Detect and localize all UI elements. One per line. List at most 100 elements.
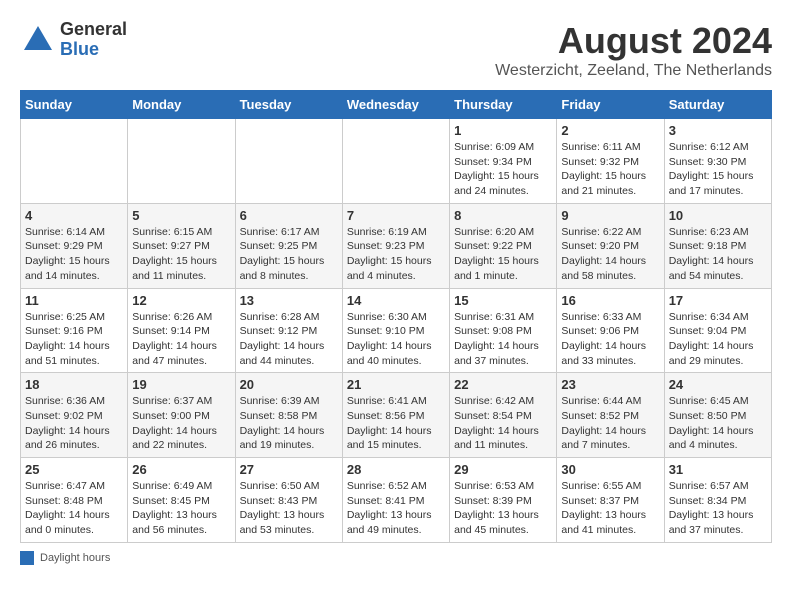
- legend-text: Daylight hours: [40, 552, 110, 564]
- day-info: Sunrise: 6:57 AMSunset: 8:34 PMDaylight:…: [669, 479, 767, 538]
- day-info: Sunrise: 6:12 AMSunset: 9:30 PMDaylight:…: [669, 140, 767, 199]
- header-cell-wednesday: Wednesday: [342, 91, 449, 119]
- day-number: 9: [561, 208, 659, 223]
- day-number: 4: [25, 208, 123, 223]
- day-number: 5: [132, 208, 230, 223]
- day-cell: 11Sunrise: 6:25 AMSunset: 9:16 PMDayligh…: [21, 288, 128, 373]
- day-info: Sunrise: 6:11 AMSunset: 9:32 PMDaylight:…: [561, 140, 659, 199]
- legend: Daylight hours: [20, 551, 772, 565]
- day-cell: 21 Sunrise: 6:41 AMSunset: 8:56 PMDayligh…: [342, 373, 449, 458]
- day-info: Sunrise: 6:41 AMSunset: 8:56 PMDaylight:…: [347, 394, 445, 453]
- day-number: 27: [240, 462, 338, 477]
- day-info: Sunrise: 6:14 AMSunset: 9:29 PMDaylight:…: [25, 225, 123, 284]
- header: General Blue August 2024 Westerzicht, Ze…: [20, 20, 772, 80]
- day-info: Sunrise: 6:33 AMSunset: 9:06 PMDaylight:…: [561, 310, 659, 369]
- day-number: 6: [240, 208, 338, 223]
- day-info: Sunrise: 6:17 AMSunset: 9:25 PMDaylight:…: [240, 225, 338, 284]
- day-info: Sunrise: 6:31 AMSunset: 9:08 PMDaylight:…: [454, 310, 552, 369]
- header-cell-thursday: Thursday: [450, 91, 557, 119]
- day-info: Sunrise: 6:55 AMSunset: 8:37 PMDaylight:…: [561, 479, 659, 538]
- day-info: Sunrise: 6:37 AMSunset: 9:00 PMDaylight:…: [132, 394, 230, 453]
- day-info: Sunrise: 6:09 AMSunset: 9:34 PMDaylight:…: [454, 140, 552, 199]
- calendar-body: 1 Sunrise: 6:09 AMSunset: 9:34 PMDaylight…: [21, 119, 772, 543]
- day-info: Sunrise: 6:42 AMSunset: 8:54 PMDaylight:…: [454, 394, 552, 453]
- day-cell: 30 Sunrise: 6:55 AMSunset: 8:37 PMDayligh…: [557, 458, 664, 543]
- day-cell: 12Sunrise: 6:26 AMSunset: 9:14 PMDayligh…: [128, 288, 235, 373]
- day-info: Sunrise: 6:34 AMSunset: 9:04 PMDaylight:…: [669, 310, 767, 369]
- day-number: 14: [347, 293, 445, 308]
- logo-icon: [20, 22, 56, 58]
- day-number: 19: [132, 377, 230, 392]
- legend-color: [20, 551, 34, 565]
- day-number: 21: [347, 377, 445, 392]
- logo: General Blue: [20, 20, 127, 60]
- day-info: Sunrise: 6:22 AMSunset: 9:20 PMDaylight:…: [561, 225, 659, 284]
- day-number: 12: [132, 293, 230, 308]
- day-info: Sunrise: 6:49 AMSunset: 8:45 PMDaylight:…: [132, 479, 230, 538]
- day-cell: 27Sunrise: 6:50 AMSunset: 8:43 PMDayligh…: [235, 458, 342, 543]
- day-cell: 3Sunrise: 6:12 AMSunset: 9:30 PMDaylight…: [664, 119, 771, 204]
- location-title: Westerzicht, Zeeland, The Netherlands: [495, 62, 772, 80]
- calendar-header: SundayMondayTuesdayWednesdayThursdayFrid…: [21, 91, 772, 119]
- day-cell: 16 Sunrise: 6:33 AMSunset: 9:06 PMDayligh…: [557, 288, 664, 373]
- day-cell: 23 Sunrise: 6:44 AMSunset: 8:52 PMDayligh…: [557, 373, 664, 458]
- day-cell: 26Sunrise: 6:49 AMSunset: 8:45 PMDayligh…: [128, 458, 235, 543]
- day-cell: 19 Sunrise: 6:37 AMSunset: 9:00 PMDayligh…: [128, 373, 235, 458]
- header-cell-sunday: Sunday: [21, 91, 128, 119]
- day-number: 24: [669, 377, 767, 392]
- day-info: Sunrise: 6:53 AMSunset: 8:39 PMDaylight:…: [454, 479, 552, 538]
- logo-blue-text: Blue: [60, 40, 127, 60]
- day-cell: 17 Sunrise: 6:34 AMSunset: 9:04 PMDayligh…: [664, 288, 771, 373]
- day-info: Sunrise: 6:52 AMSunset: 8:41 PMDaylight:…: [347, 479, 445, 538]
- month-title: August 2024: [495, 20, 772, 62]
- day-info: Sunrise: 6:30 AMSunset: 9:10 PMDaylight:…: [347, 310, 445, 369]
- day-cell: 13Sunrise: 6:28 AMSunset: 9:12 PMDayligh…: [235, 288, 342, 373]
- day-cell: 10 Sunrise: 6:23 AMSunset: 9:18 PMDayligh…: [664, 203, 771, 288]
- day-cell: 6 Sunrise: 6:17 AMSunset: 9:25 PMDaylight…: [235, 203, 342, 288]
- day-number: 15: [454, 293, 552, 308]
- week-row-5: 25 Sunrise: 6:47 AMSunset: 8:48 PMDayligh…: [21, 458, 772, 543]
- logo-text: General Blue: [60, 20, 127, 60]
- day-number: 1: [454, 123, 552, 138]
- day-number: 17: [669, 293, 767, 308]
- day-number: 16: [561, 293, 659, 308]
- day-info: Sunrise: 6:44 AMSunset: 8:52 PMDaylight:…: [561, 394, 659, 453]
- header-cell-saturday: Saturday: [664, 91, 771, 119]
- day-number: 7: [347, 208, 445, 223]
- logo-general-text: General: [60, 20, 127, 40]
- day-number: 23: [561, 377, 659, 392]
- day-info: Sunrise: 6:47 AMSunset: 8:48 PMDaylight:…: [25, 479, 123, 538]
- week-row-2: 4 Sunrise: 6:14 AMSunset: 9:29 PMDaylight…: [21, 203, 772, 288]
- day-cell: 31 Sunrise: 6:57 AMSunset: 8:34 PMDayligh…: [664, 458, 771, 543]
- day-cell: 18Sunrise: 6:36 AMSunset: 9:02 PMDayligh…: [21, 373, 128, 458]
- day-info: Sunrise: 6:15 AMSunset: 9:27 PMDaylight:…: [132, 225, 230, 284]
- day-info: Sunrise: 6:28 AMSunset: 9:12 PMDaylight:…: [240, 310, 338, 369]
- week-row-4: 18Sunrise: 6:36 AMSunset: 9:02 PMDayligh…: [21, 373, 772, 458]
- day-number: 10: [669, 208, 767, 223]
- day-info: Sunrise: 6:20 AMSunset: 9:22 PMDaylight:…: [454, 225, 552, 284]
- day-cell: 2 Sunrise: 6:11 AMSunset: 9:32 PMDaylight…: [557, 119, 664, 204]
- day-cell: 20Sunrise: 6:39 AMSunset: 8:58 PMDayligh…: [235, 373, 342, 458]
- calendar-table: SundayMondayTuesdayWednesdayThursdayFrid…: [20, 90, 772, 543]
- day-cell: 24 Sunrise: 6:45 AMSunset: 8:50 PMDayligh…: [664, 373, 771, 458]
- day-number: 2: [561, 123, 659, 138]
- day-cell: 29Sunrise: 6:53 AMSunset: 8:39 PMDayligh…: [450, 458, 557, 543]
- title-area: August 2024 Westerzicht, Zeeland, The Ne…: [495, 20, 772, 80]
- week-row-3: 11Sunrise: 6:25 AMSunset: 9:16 PMDayligh…: [21, 288, 772, 373]
- day-cell: 25 Sunrise: 6:47 AMSunset: 8:48 PMDayligh…: [21, 458, 128, 543]
- day-info: Sunrise: 6:45 AMSunset: 8:50 PMDaylight:…: [669, 394, 767, 453]
- day-cell: 7Sunrise: 6:19 AMSunset: 9:23 PMDaylight…: [342, 203, 449, 288]
- day-number: 8: [454, 208, 552, 223]
- header-cell-tuesday: Tuesday: [235, 91, 342, 119]
- day-info: Sunrise: 6:39 AMSunset: 8:58 PMDaylight:…: [240, 394, 338, 453]
- day-number: 31: [669, 462, 767, 477]
- day-cell: 28Sunrise: 6:52 AMSunset: 8:41 PMDayligh…: [342, 458, 449, 543]
- day-number: 25: [25, 462, 123, 477]
- day-cell: 4 Sunrise: 6:14 AMSunset: 9:29 PMDaylight…: [21, 203, 128, 288]
- header-cell-friday: Friday: [557, 91, 664, 119]
- header-cell-monday: Monday: [128, 91, 235, 119]
- day-number: 22: [454, 377, 552, 392]
- day-info: Sunrise: 6:23 AMSunset: 9:18 PMDaylight:…: [669, 225, 767, 284]
- day-cell: 5 Sunrise: 6:15 AMSunset: 9:27 PMDaylight…: [128, 203, 235, 288]
- day-number: 30: [561, 462, 659, 477]
